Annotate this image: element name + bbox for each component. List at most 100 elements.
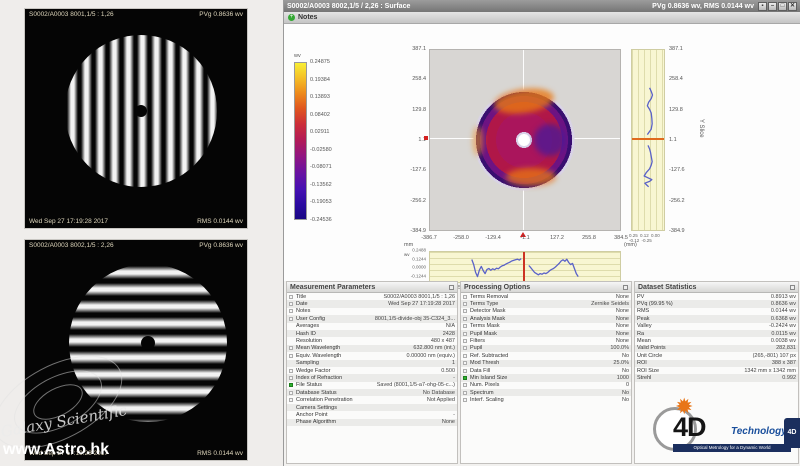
row-checkbox[interactable] (289, 369, 293, 373)
table-row[interactable]: Index of Refraction- (287, 374, 457, 381)
row-label: PVq (99.95 %) (637, 301, 771, 307)
table-row[interactable]: Notes (287, 308, 457, 315)
panel-resize-icon[interactable] (623, 285, 628, 290)
row-checkbox[interactable] (463, 346, 467, 350)
table-row[interactable]: Unit Circle(265,-801) 107 px (635, 352, 798, 359)
table-row[interactable]: Equiv. Wavelength0.00000 nm (equiv.) (287, 352, 457, 359)
table-row[interactable]: Num. Pixels0 (461, 382, 631, 389)
row-checkbox[interactable] (463, 391, 467, 395)
table-row[interactable]: Mean Wavelength632.800 nm (int.) (287, 345, 457, 352)
table-row[interactable]: Terms TypeZernike Seidels (461, 300, 631, 307)
table-row[interactable]: Terms RemovalNone (461, 293, 631, 300)
table-row[interactable]: Correlation PenetrationNot Applied (287, 396, 457, 403)
table-row[interactable]: Database StatusNo Database (287, 389, 457, 396)
pin-button[interactable]: ▪ (758, 2, 767, 11)
measurement-parameters-header[interactable]: Measurement Parameters (287, 282, 457, 293)
interferogram-window-1[interactable]: S0002/A0003 8001,1/5 : 1,26 PVg 0.8636 w… (24, 8, 248, 229)
processing-options-header[interactable]: Processing Options (461, 282, 631, 293)
table-row[interactable]: Detector MaskNone (461, 308, 631, 315)
row-checkbox[interactable] (463, 302, 467, 306)
row-checkbox[interactable] (463, 354, 467, 358)
table-row[interactable]: Phase AlgorithmNone (287, 419, 457, 426)
row-checkbox[interactable] (289, 354, 293, 358)
table-row[interactable]: Interf. ScalingNo (461, 396, 631, 403)
table-row[interactable]: Peak0.6368 wv (635, 315, 798, 322)
row-label: Anchor Point (296, 412, 453, 418)
row-checkbox[interactable] (289, 346, 293, 350)
table-row[interactable]: Valid Points282,831 (635, 345, 798, 352)
row-checkbox[interactable] (289, 376, 293, 380)
window-titlebar[interactable]: S0002/A0003 8002,1/5 / 2,26 : Surface PV… (284, 0, 800, 12)
table-row[interactable]: TitleS0002/A0003 8001,1/5 : 1,26 (287, 293, 457, 300)
row-checkbox[interactable] (463, 369, 467, 373)
close-button[interactable]: ✕ (788, 2, 797, 11)
table-row[interactable]: SpectrumNo (461, 389, 631, 396)
panel-resize-icon[interactable] (790, 285, 795, 290)
table-row[interactable]: Min Island Size1000 (461, 374, 631, 381)
table-row[interactable]: Wedge Factor0.500 (287, 367, 457, 374)
table-row[interactable]: Resolution480 x 487 (287, 337, 457, 344)
table-row[interactable]: Hash ID2428 (287, 330, 457, 337)
row-value: 1342 mm x 1342 mm (744, 368, 796, 374)
row-checkbox[interactable] (289, 317, 293, 321)
table-row[interactable]: PVq (99.95 %)0.8636 wv (635, 300, 798, 307)
row-checkbox[interactable] (463, 317, 467, 321)
table-row[interactable]: Valley-0.2424 wv (635, 323, 798, 330)
table-row[interactable]: RMS0.0144 wv (635, 308, 798, 315)
table-row[interactable]: FiltersNone (461, 337, 631, 344)
row-checkbox[interactable] (289, 295, 293, 299)
row-checkbox[interactable] (289, 398, 293, 402)
table-row[interactable]: DateWed Sep 27 17:19:28 2017 (287, 300, 457, 307)
row-checkbox[interactable] (463, 309, 467, 313)
panel-resize-icon[interactable] (449, 285, 454, 290)
table-row[interactable]: Anchor Point- (287, 411, 457, 418)
colorbar[interactable] (294, 62, 307, 220)
igram1-rms-value: RMS 0.0144 wv (197, 218, 243, 226)
table-row[interactable]: User Config8001,1/5-divide-obj 35-C324_3… (287, 315, 457, 322)
surface-y-cursor-marker[interactable] (424, 136, 428, 140)
row-checkbox[interactable] (463, 339, 467, 343)
table-row[interactable]: ROI Size1342 mm x 1342 mm (635, 367, 798, 374)
table-row[interactable]: Terms MaskNone (461, 323, 631, 330)
table-row[interactable]: File StatusSaved (8001,1/5-a7-ohg-05-c..… (287, 382, 457, 389)
row-checkbox[interactable] (289, 391, 293, 395)
table-row[interactable]: AveragesN/A (287, 323, 457, 330)
row-checkbox[interactable] (463, 295, 467, 299)
table-row[interactable]: Data FillNo (461, 367, 631, 374)
x-slice-plot[interactable] (429, 251, 621, 283)
row-checkbox[interactable] (463, 398, 467, 402)
row-checkbox[interactable] (463, 361, 467, 365)
table-row[interactable]: Analysis MaskNone (461, 315, 631, 322)
table-row[interactable]: Strehl0.992 (635, 374, 798, 381)
row-status-green-icon[interactable] (289, 383, 293, 387)
row-status-green-icon[interactable] (463, 376, 467, 380)
row-checkbox[interactable] (463, 324, 467, 328)
row-checkbox[interactable] (463, 383, 467, 387)
row-label: Interf. Scaling (470, 397, 622, 403)
table-row[interactable]: Ref. SubtractedNo (461, 352, 631, 359)
notes-toolbar[interactable]: + Notes (284, 12, 800, 24)
row-label: Terms Mask (470, 323, 616, 329)
table-row[interactable]: Camera Settings (287, 404, 457, 411)
row-value: 0.6368 wv (771, 316, 796, 322)
table-row[interactable]: PV0.8913 wv (635, 293, 798, 300)
table-row[interactable]: Ra0.0115 wv (635, 330, 798, 337)
row-checkbox[interactable] (289, 309, 293, 313)
y-slice-plot[interactable] (631, 49, 665, 231)
table-row[interactable]: Pupil MaskNone (461, 330, 631, 337)
row-checkbox[interactable] (289, 302, 293, 306)
row-checkbox[interactable] (463, 332, 467, 336)
table-row[interactable]: Sampling1 (287, 360, 457, 367)
minimize-button[interactable]: – (768, 2, 777, 11)
table-row[interactable]: Mean0.0038 wv (635, 337, 798, 344)
table-row[interactable]: Mod Thresh25.0% (461, 360, 631, 367)
dataset-statistics-header[interactable]: Dataset Statistics (635, 282, 798, 293)
row-label: RMS (637, 308, 771, 314)
surface-map-plot[interactable] (429, 49, 621, 231)
maximize-button[interactable]: □ (778, 2, 787, 11)
table-row[interactable]: ROI388 x 387 (635, 360, 798, 367)
igram1-header: S0002/A0003 8001,1/5 : 1,26 PVg 0.8636 w… (29, 11, 243, 19)
row-value: - (453, 375, 455, 381)
table-row[interactable]: Pupil100.0% (461, 345, 631, 352)
x-slice-y-tick-labels: 0.24880.12440.0000-0.1244-0.2488 (402, 250, 426, 284)
